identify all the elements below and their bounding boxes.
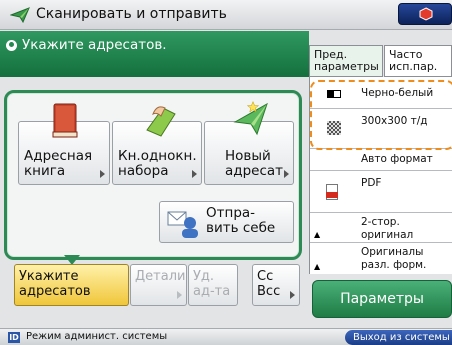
book-icon [50, 102, 80, 144]
title-bar: Сканировать и отправить [0, 0, 452, 30]
send-to-myself-button[interactable]: Отпра- вить себе [159, 201, 294, 243]
details-label: Детали [135, 269, 186, 284]
cc-bcc-button[interactable]: Cc Bcc [252, 264, 300, 306]
send-to-myself-label: Отпра- вить себе [206, 205, 276, 236]
specify-destinations-button[interactable]: Укажите адресатов [14, 264, 129, 306]
chevron-right-icon [192, 170, 197, 178]
details-button[interactable]: Детали [130, 264, 187, 306]
one-touch-button[interactable]: Кн.однокн. набора [112, 106, 202, 185]
setting-label: PDF [361, 177, 382, 189]
setting-file-format[interactable]: PDF [310, 171, 452, 213]
logout-button[interactable]: Выход из системы [345, 330, 452, 345]
chevron-right-icon [177, 291, 182, 299]
tab-preferred-settings[interactable]: Пред. параметры [309, 45, 383, 77]
options-button[interactable]: Параметры [312, 280, 452, 318]
specify-label: Укажите адресатов [19, 269, 91, 299]
chevron-right-icon [284, 170, 289, 178]
app-title: Сканировать и отправить [36, 6, 227, 22]
tab-frequent-label: Часто исп.пар. [389, 48, 438, 73]
current-settings-highlight [310, 80, 452, 150]
delete-destination-button[interactable]: Уд. ад-та [188, 264, 238, 306]
stop-button[interactable] [398, 3, 452, 25]
delete-label: Уд. ад-та [193, 269, 231, 299]
setting-label: Авто формат [361, 153, 433, 165]
setting-duplex[interactable]: ▲ 2-стор. оригинал [310, 213, 452, 243]
admin-mode-text: Режим админист. системы [26, 331, 168, 342]
new-send-plane-icon [233, 100, 269, 142]
info-dot-icon [6, 40, 17, 51]
send-to-self-icon [166, 209, 200, 243]
setting-size[interactable]: Авто формат [310, 149, 452, 171]
new-destination-button[interactable]: Новый адресат [204, 100, 294, 185]
instruction-bar: Укажите адресатов. [0, 31, 309, 77]
address-book-button[interactable]: Адресная книга [18, 103, 110, 185]
setting-label: Оригиналы разл. форм. [361, 246, 427, 271]
tab-frequent-settings[interactable]: Часто исп.пар. [384, 45, 452, 77]
setting-mixed-originals[interactable]: ▲ Оригиналы разл. форм. [310, 243, 452, 274]
send-plane-icon [9, 7, 30, 27]
corner-arrow-icon: ▲ [314, 262, 321, 271]
stop-icon [419, 7, 433, 21]
new-destination-label: Новый адресат [225, 148, 284, 179]
corner-arrow-icon: ▲ [314, 230, 321, 239]
screen: Сканировать и отправить Укажите адресато… [0, 0, 452, 345]
status-bar: ID Режим админист. системы Выход из сист… [0, 328, 452, 345]
tab-preferred-label: Пред. параметры [314, 48, 379, 73]
instruction-text: Укажите адресатов. [22, 37, 167, 53]
pdf-icon [326, 184, 338, 200]
one-touch-label: Кн.однокн. набора [118, 148, 197, 179]
setting-label: 2-стор. оригинал [361, 216, 414, 241]
destination-panel: Адресная книга Кн.однокн. набора Новый а… [4, 90, 302, 260]
chevron-right-icon [100, 170, 105, 178]
id-badge-icon: ID [8, 332, 20, 343]
one-touch-hand-icon [143, 100, 179, 144]
chevron-right-icon [290, 291, 295, 299]
address-book-label: Адресная книга [24, 148, 93, 179]
